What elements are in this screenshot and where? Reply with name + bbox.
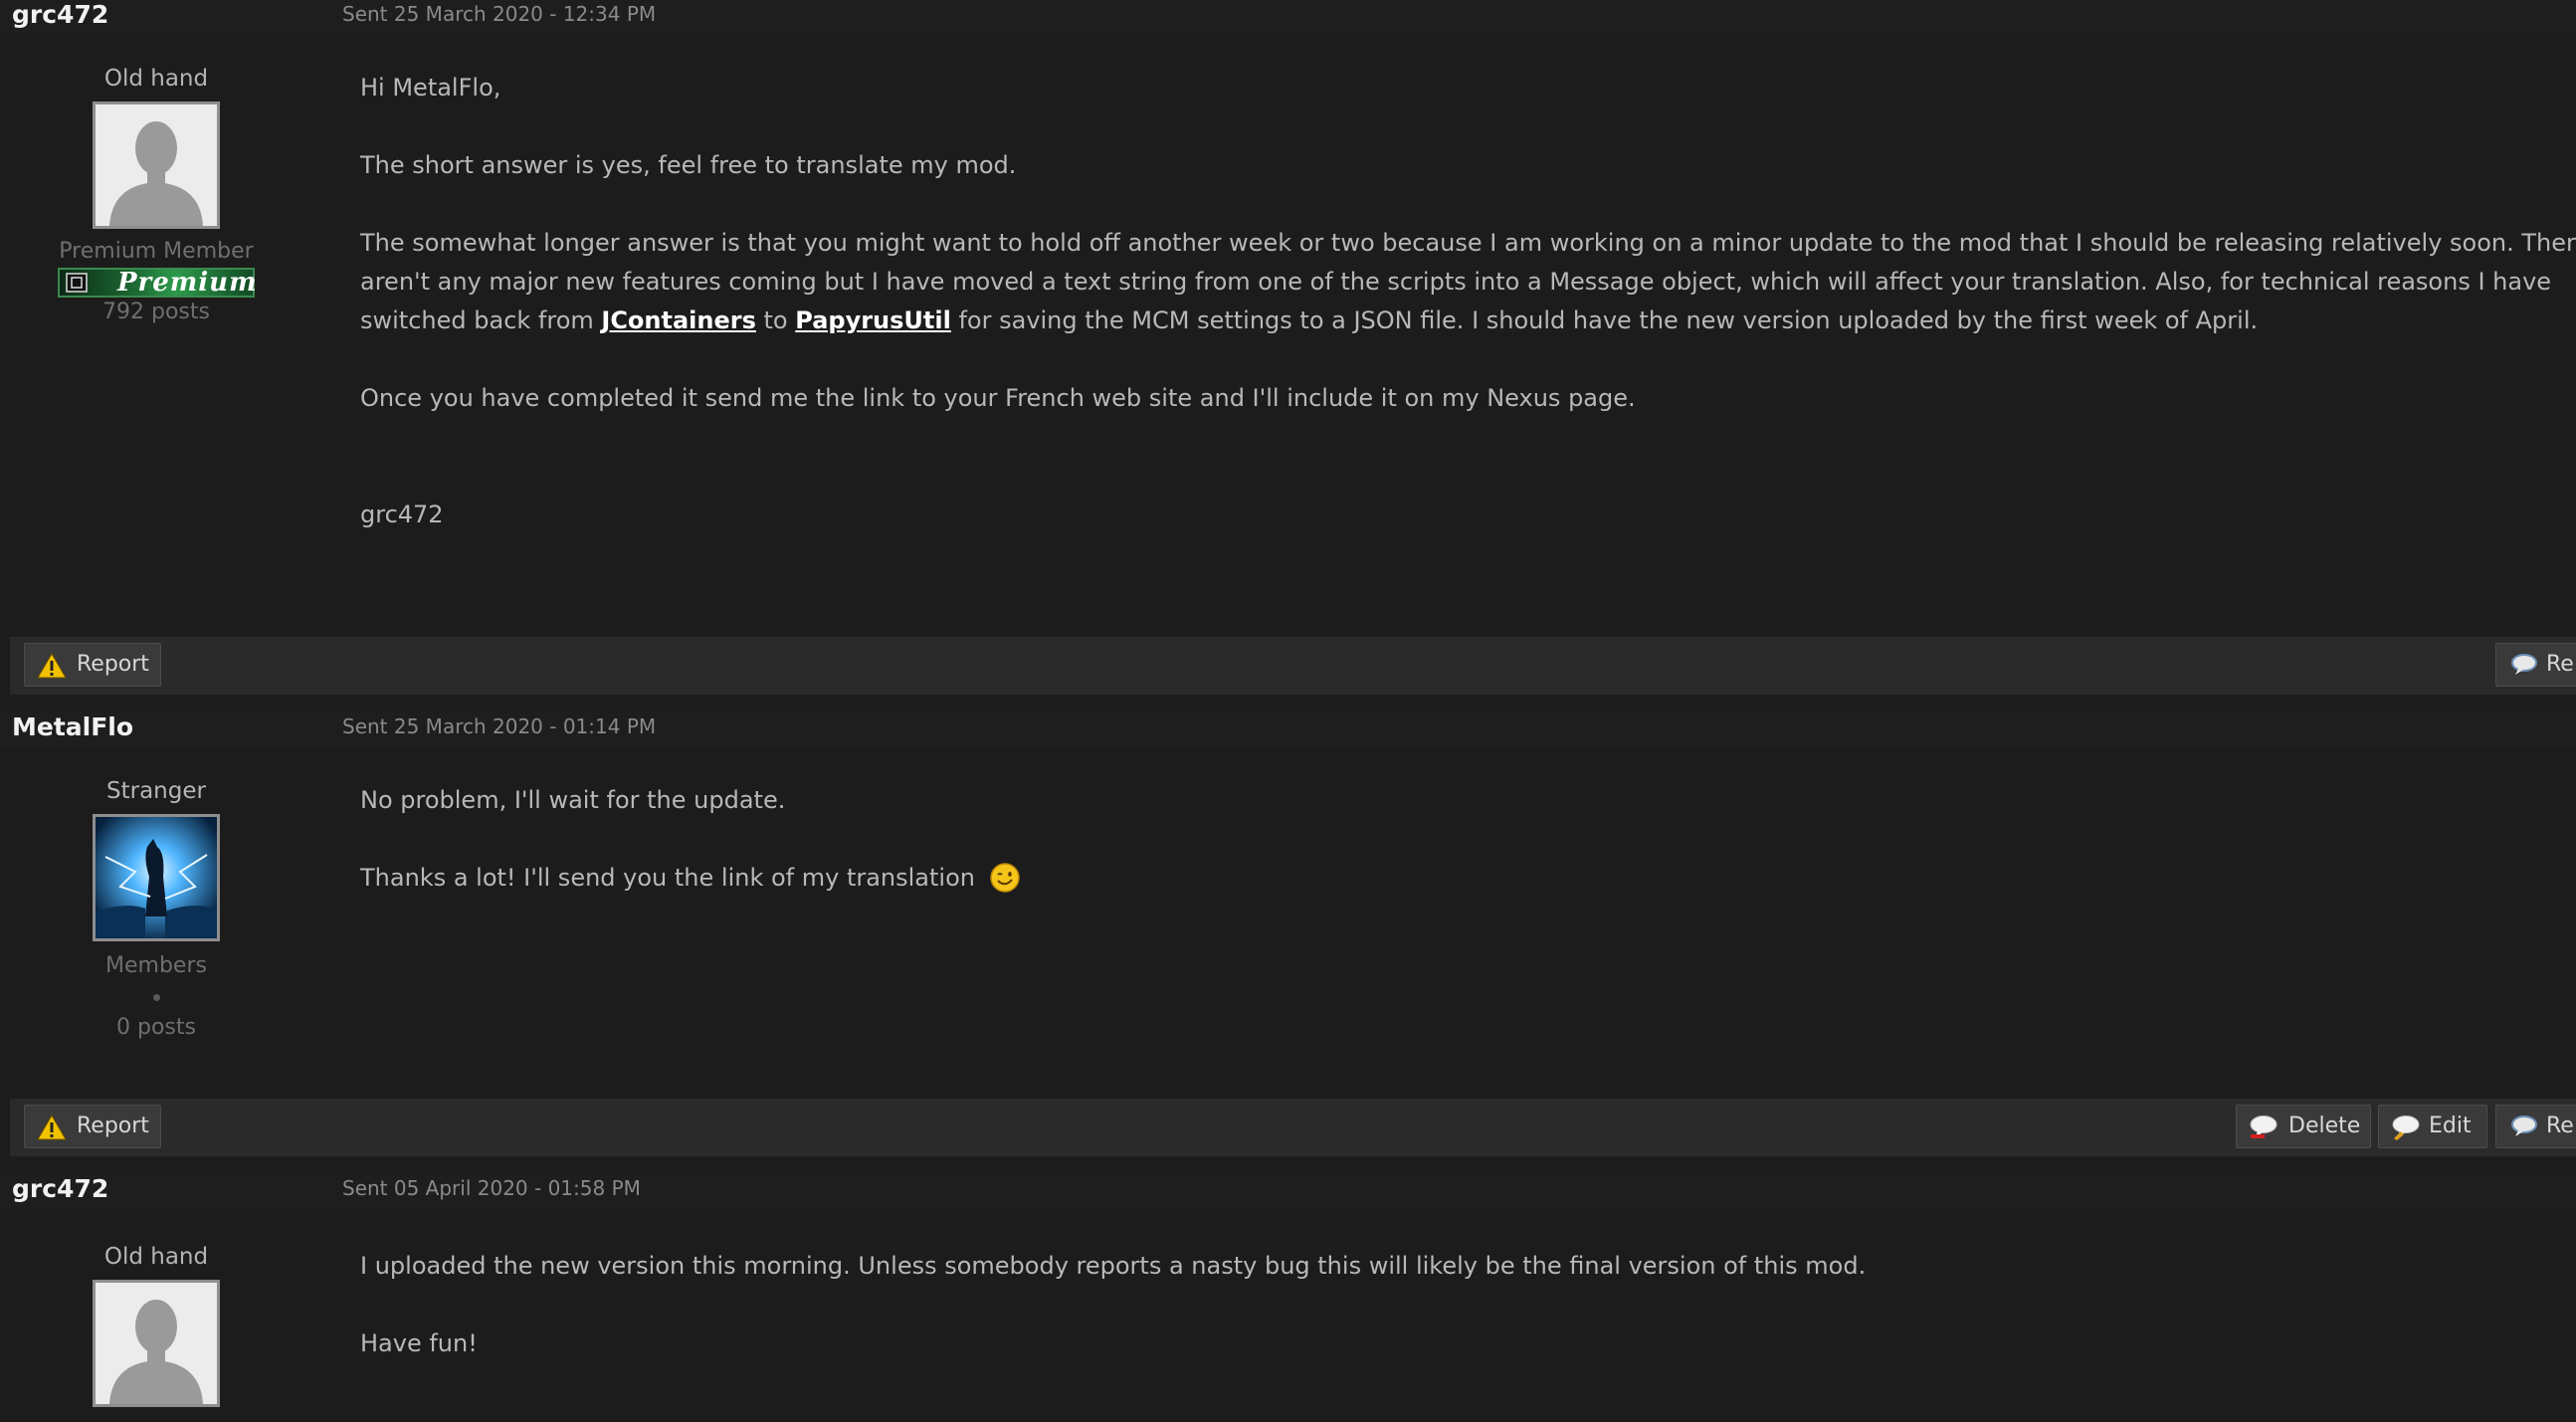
post-paragraph: No problem, I'll wait for the update. [360,786,786,814]
avatar[interactable] [93,814,220,941]
post-paragraph: I uploaded the new version this morning.… [360,1252,1867,1280]
speech-bubble-icon [2511,654,2537,675]
post-header: grc472 Sent 25 March 2020 - 12:34 PM [0,0,2576,34]
post-paragraph: The somewhat longer answer is that you m… [360,224,2576,340]
report-button[interactable]: Report [24,643,161,687]
text-segment: to [755,306,796,334]
avatar[interactable] [93,102,220,229]
member-group: Premium Member [59,239,254,264]
premium-label: Premium [117,268,258,298]
post-header: MetalFlo Sent 25 March 2020 - 01:14 PM [0,712,2576,746]
delete-label: Delete [2288,1114,2361,1138]
edit-label: Edit [2429,1114,2472,1138]
speech-bubble-edit-icon [2392,1116,2420,1140]
post-paragraph: Have fun! [360,1329,478,1357]
separator-dot [152,994,160,1001]
post-header: grc472 Sent 05 April 2020 - 01:58 PM [0,1174,2576,1208]
author-info: Old hand [0,1244,312,1407]
post-body: I uploaded the new version this morning.… [360,1247,1866,1402]
warning-triangle-icon [37,653,67,679]
author-rank: Old hand [103,66,209,92]
link-papyrusutil[interactable]: PapyrusUtil [795,306,951,334]
premium-badge: Premium [58,268,258,298]
wink-smiley-icon [989,863,1020,893]
post-paragraph: Hi MetalFlo, [360,74,501,102]
text-segment: switched back from [360,306,602,334]
member-group: Members [105,953,207,978]
post-count: 0 posts [116,1015,196,1040]
post-action-bar: Report Delete Edit Re [10,1099,2576,1156]
speech-bubble-delete-icon [2250,1116,2278,1138]
post-paragraph: Once you have completed it send me the l… [360,384,1636,412]
warning-triangle-icon [37,1115,67,1140]
user-silhouette-icon [96,104,217,226]
message-post: grc472 Sent 25 March 2020 - 12:34 PM Old… [0,0,2576,697]
post-count: 792 posts [102,300,210,324]
post-date: Sent 25 March 2020 - 01:14 PM [342,714,657,738]
post-paragraph: The short answer is yes, feel free to tr… [360,151,1017,179]
speech-bubble-icon [2511,1116,2537,1136]
post-body: No problem, I'll wait for the update. Th… [360,781,1021,936]
report-button[interactable]: Report [24,1105,161,1148]
author-rank: Old hand [103,1244,209,1270]
post-line: aren't any major new features coming but… [360,268,2552,296]
author-name[interactable]: grc472 [12,1174,108,1203]
message-post: grc472 Sent 05 April 2020 - 01:58 PM Old… [0,1174,2576,1422]
author-name[interactable]: grc472 [12,0,108,29]
wolf-avatar-image [96,817,217,938]
signature: grc472 [360,501,444,528]
report-label: Report [77,1114,149,1138]
author-info: Old hand Premium Member Premium 792 post… [0,66,312,324]
reply-label: Re [2546,1114,2574,1138]
post-action-bar: Report Re [10,637,2576,695]
reply-label: Re [2546,652,2574,677]
report-label: Report [77,652,149,677]
avatar[interactable] [93,1280,220,1407]
reply-button[interactable]: Re [2495,643,2576,687]
post-line: The somewhat longer answer is that you m… [360,229,2576,257]
reply-button[interactable]: Re [2495,1105,2576,1148]
author-rank: Stranger [106,778,206,804]
author-name[interactable]: MetalFlo [12,712,133,741]
post-text: Thanks a lot! I'll send you the link of … [360,864,975,892]
author-info: Stranger Members 0 posts [0,778,312,1040]
post-body: Hi MetalFlo, The short answer is yes, fe… [360,69,2576,573]
edit-button[interactable]: Edit [2378,1105,2487,1148]
post-paragraph: Thanks a lot! I'll send you the link of … [360,859,1021,898]
post-date: Sent 25 March 2020 - 12:34 PM [342,2,657,26]
text-segment: for saving the MCM settings to a JSON fi… [950,306,2259,334]
post-date: Sent 05 April 2020 - 01:58 PM [342,1176,641,1200]
link-jcontainers[interactable]: JContainers [601,306,756,334]
message-post: MetalFlo Sent 25 March 2020 - 01:14 PM S… [0,712,2576,1174]
delete-button[interactable]: Delete [2236,1105,2371,1148]
post-line: switched back from JContainers to Papyru… [360,302,2576,340]
premium-icon [66,273,88,293]
user-silhouette-icon [96,1283,217,1404]
